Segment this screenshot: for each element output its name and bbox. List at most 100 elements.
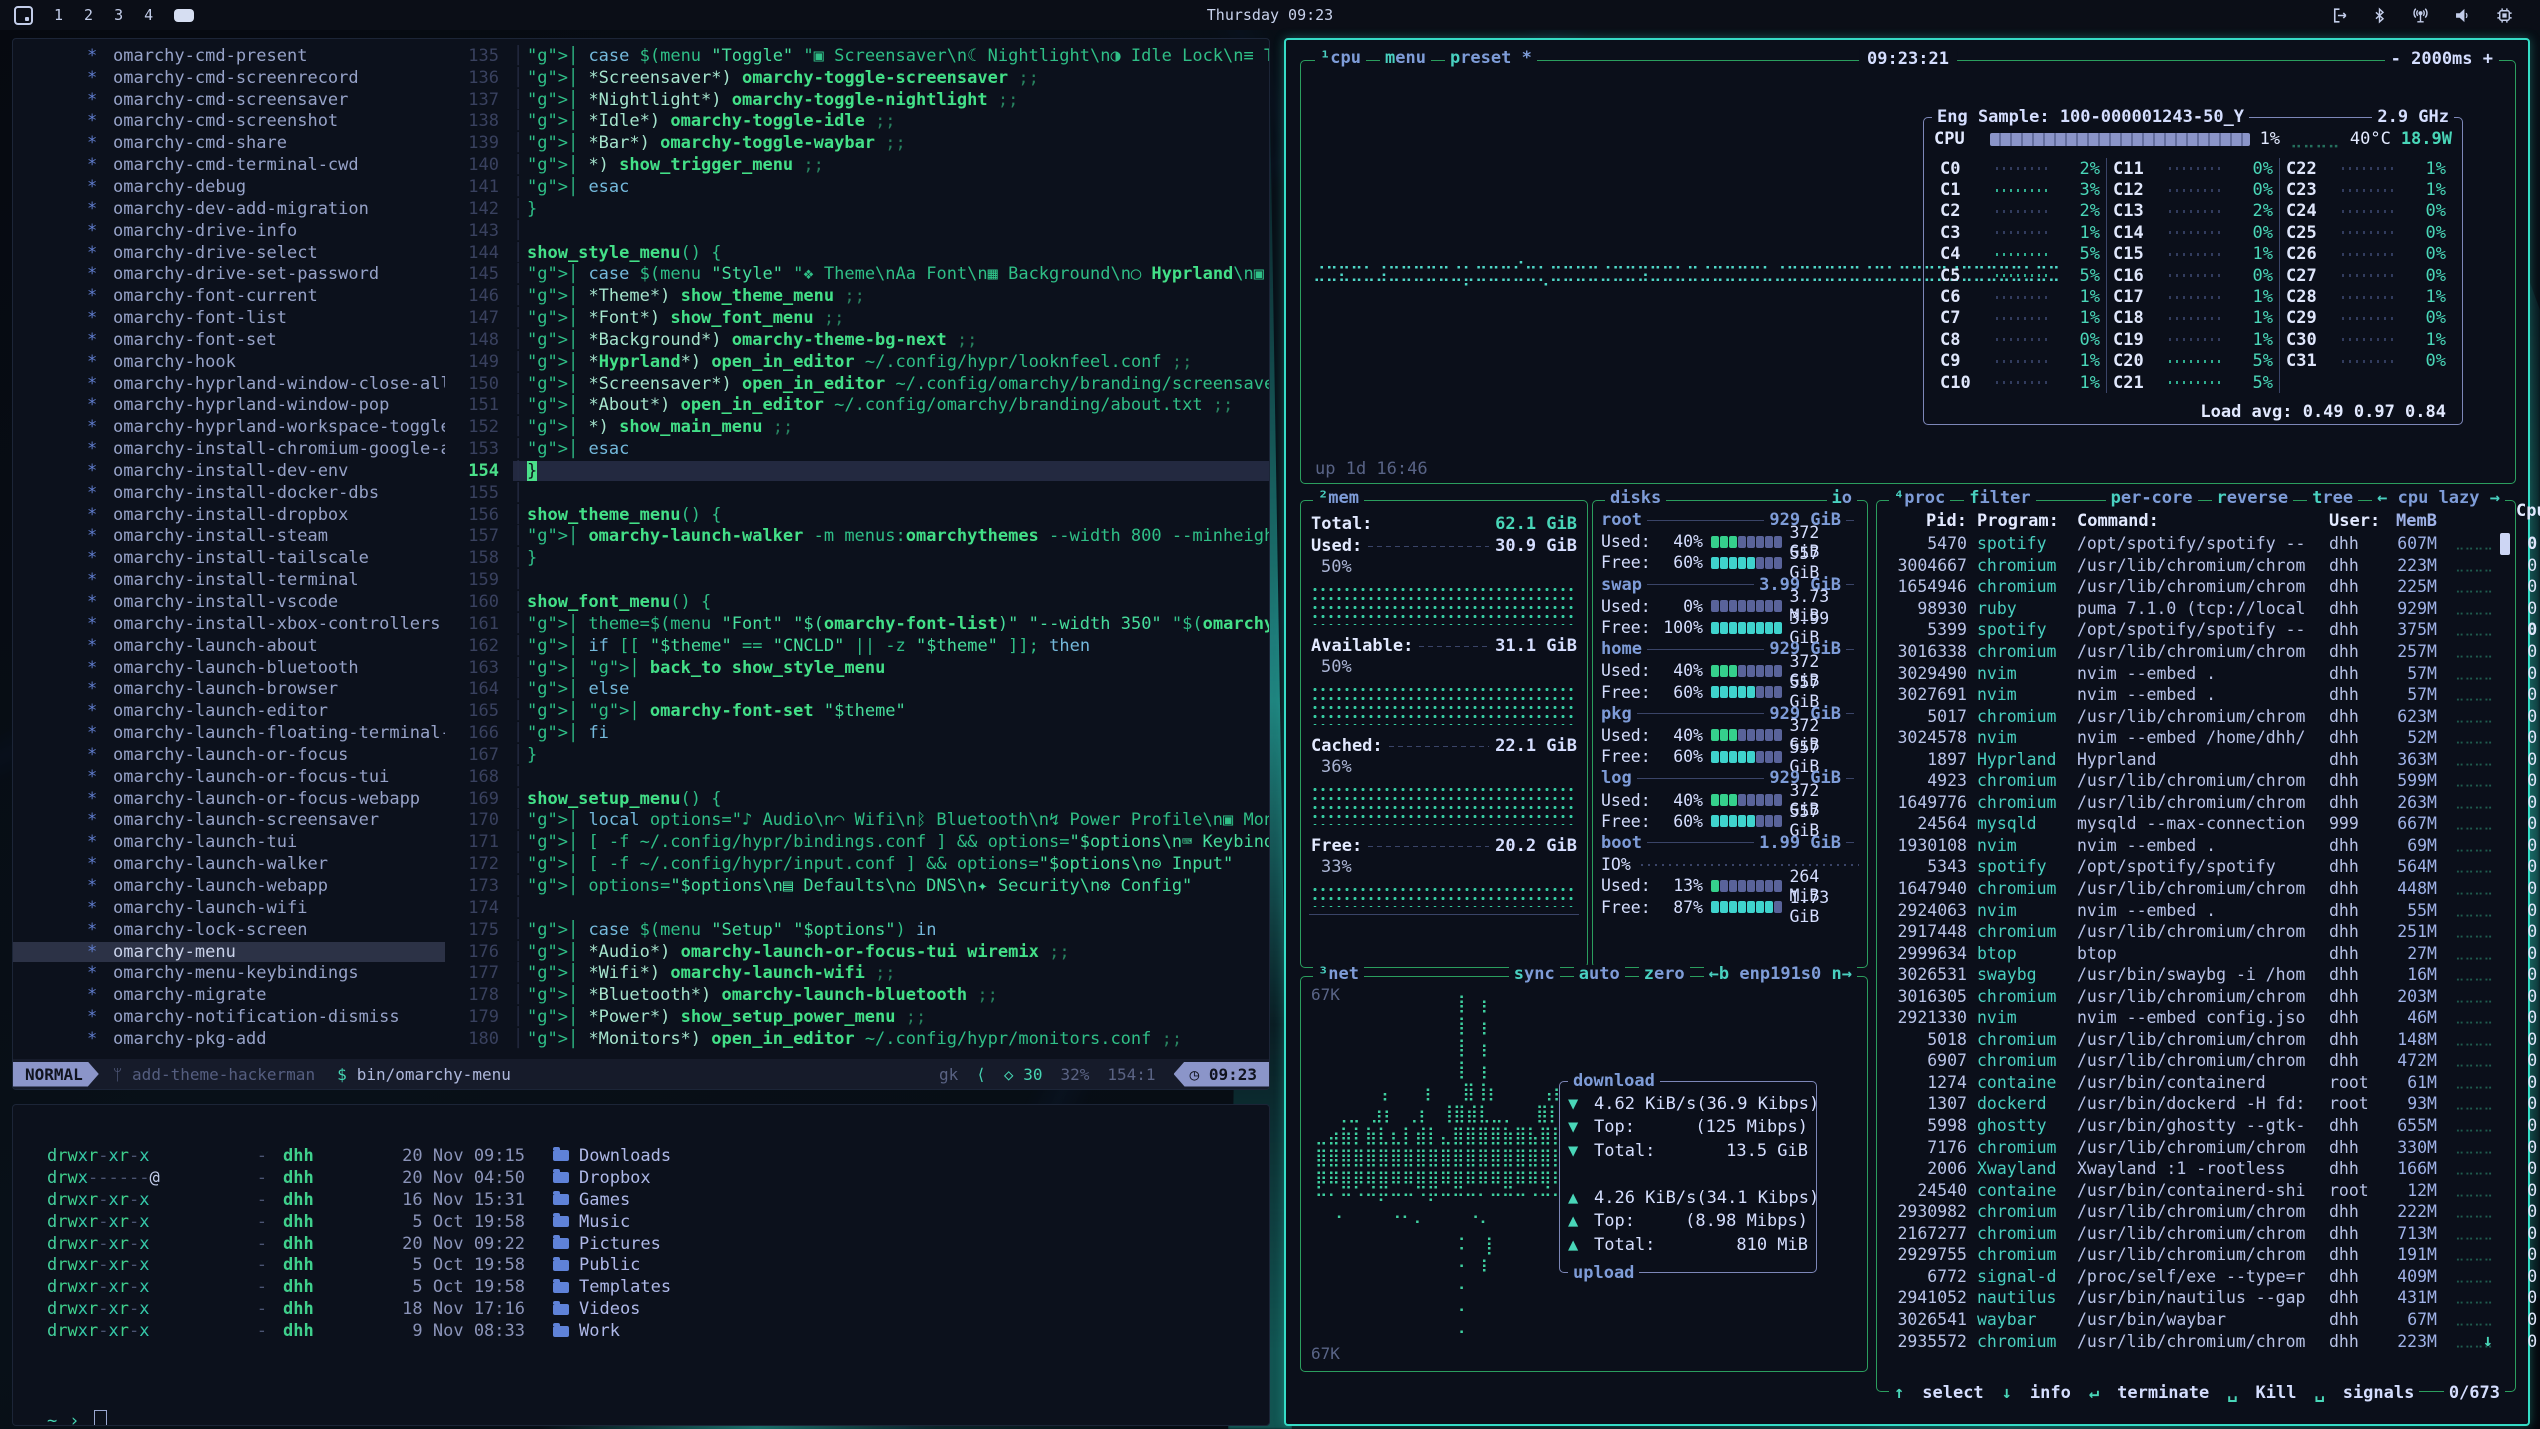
split-separator[interactable]: │ — [513, 177, 527, 197]
file-item[interactable]: *omarchy-dev-add-migration — [13, 199, 445, 219]
split-separator[interactable]: │ — [513, 68, 527, 88]
file-item[interactable]: *omarchy-install-chromium-google-a — [13, 439, 445, 459]
scroll-more-icon[interactable]: ↓ — [2483, 1331, 2493, 1351]
split-separator[interactable]: │ — [513, 592, 527, 612]
directory-name[interactable]: Music — [579, 1212, 630, 1232]
editor-line[interactable]: *omarchy-hyprland-window-pop151│"g">│ *A… — [13, 395, 1269, 417]
directory-name[interactable]: Videos — [579, 1299, 640, 1319]
split-separator[interactable]: │ — [513, 854, 527, 874]
code-line[interactable]: "g">│ *Font*) show_font_menu ;; — [527, 308, 1269, 328]
split-separator[interactable]: │ — [513, 90, 527, 110]
split-separator[interactable]: │ — [513, 199, 527, 219]
file-item[interactable]: *omarchy-launch-webapp — [13, 876, 445, 896]
zero-tab[interactable]: zero — [1639, 965, 1690, 983]
directory-name[interactable]: Pictures — [579, 1234, 661, 1254]
file-item[interactable]: *omarchy-font-current — [13, 286, 445, 306]
process-row[interactable]: 2935572chromium/usr/lib/chromium/chromdh… — [1885, 1330, 2507, 1352]
file-item[interactable]: *omarchy-launch-bluetooth — [13, 658, 445, 678]
process-row[interactable]: 3016338chromium/usr/lib/chromium/chromdh… — [1885, 641, 2507, 663]
code-line[interactable]: show_theme_menu() { — [527, 505, 1269, 525]
process-row[interactable]: 2999634btopbtopdhh27M⣀⣀⣀⣀0.0 — [1885, 942, 2507, 964]
editor-line[interactable]: *omarchy-launch-bluetooth163│"g">│ "g">│… — [13, 657, 1269, 679]
split-separator[interactable]: │ — [513, 789, 527, 809]
file-item[interactable]: *omarchy-pkg-add — [13, 1029, 445, 1049]
file-item[interactable]: *omarchy-hyprland-window-pop — [13, 395, 445, 415]
process-row[interactable]: 1307dockerd/usr/bin/dockerd -H fd:root93… — [1885, 1093, 2507, 1115]
file-item[interactable]: *omarchy-install-docker-dbs — [13, 483, 445, 503]
process-row[interactable]: 2924063nvimnvim --embed .dhh55M⣀⣀⣀⣀0.0 — [1885, 899, 2507, 921]
editor-line[interactable]: *omarchy-launch-webapp173│"g">│ options=… — [13, 875, 1269, 897]
file-item[interactable]: *omarchy-cmd-present — [13, 46, 445, 66]
process-row[interactable]: 5018chromium/usr/lib/chromium/chromdhh14… — [1885, 1029, 2507, 1051]
editor-line[interactable]: *omarchy-cmd-screensaver137│"g">│ *Night… — [13, 89, 1269, 111]
bluetooth-icon[interactable] — [2371, 6, 2388, 25]
split-separator[interactable]: │ — [513, 920, 527, 940]
file-item[interactable]: *omarchy-launch-or-focus-tui — [13, 767, 445, 787]
file-item[interactable]: *omarchy-launch-editor — [13, 701, 445, 721]
file-item[interactable]: *omarchy-launch-walker — [13, 854, 445, 874]
code-line[interactable]: show_font_menu() { — [527, 592, 1269, 612]
file-item[interactable]: *omarchy-launch-or-focus-webapp — [13, 789, 445, 809]
process-row[interactable]: 2930982chromium/usr/lib/chromium/chromdh… — [1885, 1201, 2507, 1223]
code-line[interactable]: "g">│ case $(menu "Setup" "$options") in — [527, 920, 1269, 940]
editor-line[interactable]: *omarchy-install-steam157│"g">│ omarchy-… — [13, 526, 1269, 548]
split-separator[interactable]: │ — [513, 374, 527, 394]
process-row[interactable]: 1649776chromium/usr/lib/chromium/chromdh… — [1885, 792, 2507, 814]
file-item[interactable]: *omarchy-launch-screensaver — [13, 810, 445, 830]
editor-line[interactable]: *omarchy-cmd-screenrecord136│"g">│ *Scre… — [13, 67, 1269, 89]
sync-tab[interactable]: sync — [1509, 965, 1560, 983]
editor-line[interactable]: *omarchy-cmd-terminal-cwd140│"g">│ *) sh… — [13, 154, 1269, 176]
editor-line[interactable]: *omarchy-migrate178│"g">│ *Bluetooth*) o… — [13, 984, 1269, 1006]
logout-icon[interactable] — [2330, 6, 2349, 25]
editor-line[interactable]: *omarchy-notification-dismiss179│"g">│ *… — [13, 1006, 1269, 1028]
code-line[interactable]: "g">│ [ -f ~/.config/hypr/bindings.conf … — [527, 832, 1269, 852]
file-item[interactable]: *omarchy-launch-about — [13, 636, 445, 656]
process-row[interactable]: 2167277chromium/usr/lib/chromium/chromdh… — [1885, 1223, 2507, 1245]
editor-line[interactable]: *omarchy-lock-screen175│"g">│ case $(men… — [13, 919, 1269, 941]
split-separator[interactable]: │ — [513, 679, 527, 699]
file-item[interactable]: *omarchy-cmd-share — [13, 133, 445, 153]
split-separator[interactable]: │ — [513, 963, 527, 983]
file-item[interactable]: *omarchy-drive-select — [13, 243, 445, 263]
code-line[interactable]: "g">│ case $(menu "Toggle" "▣ Screensave… — [527, 46, 1269, 66]
split-separator[interactable]: │ — [513, 723, 527, 743]
code-line[interactable]: "g">│ "g">│ omarchy-font-set "$theme" — [527, 701, 1269, 721]
file-item[interactable]: *omarchy-install-tailscale — [13, 548, 445, 568]
editor-line[interactable]: *omarchy-launch-or-focus-webapp169│show_… — [13, 788, 1269, 810]
split-separator[interactable]: │ — [513, 46, 527, 66]
code-line[interactable]: "g">│ *Screensaver*) open_in_editor ~/.c… — [527, 374, 1269, 394]
file-item[interactable]: *omarchy-cmd-screenshot — [13, 111, 445, 131]
process-row[interactable]: 5343spotify/opt/spotify/spotifydhh564M⣀⣀… — [1885, 856, 2507, 878]
code-line[interactable]: "g">│ *Bluetooth*) omarchy-launch-blueto… — [527, 985, 1269, 1005]
code-line[interactable]: } — [527, 745, 1269, 765]
code-line[interactable]: "g">│ *Nightlight*) omarchy-toggle-night… — [527, 90, 1269, 110]
process-row[interactable]: 5399spotify/opt/spotify/spotify --dhh375… — [1885, 619, 2507, 641]
editor-line[interactable]: *omarchy-install-tailscale158│} — [13, 547, 1269, 569]
shell-prompt[interactable]: ~ › — [47, 1410, 107, 1426]
editor-line[interactable]: *omarchy-drive-info143│ — [13, 220, 1269, 242]
code-line[interactable]: show_style_menu() { — [527, 243, 1269, 263]
split-separator[interactable]: │ — [513, 570, 527, 590]
code-line[interactable]: } — [527, 199, 1269, 219]
volume-icon[interactable] — [2453, 6, 2473, 25]
code-line[interactable]: "g">│ case $(menu "Style" "❖ Theme\nAa F… — [527, 264, 1269, 284]
split-separator[interactable]: │ — [513, 614, 527, 634]
process-row[interactable]: 2917448chromium/usr/lib/chromium/chromdh… — [1885, 921, 2507, 943]
editor-line[interactable]: *omarchy-cmd-share139│"g">│ *Bar*) omarc… — [13, 132, 1269, 154]
process-row[interactable]: 3024578nvimnvim --embed /home/dhh/dhh52M… — [1885, 727, 2507, 749]
split-separator[interactable]: │ — [513, 155, 527, 175]
file-item[interactable]: *omarchy-debug — [13, 177, 445, 197]
file-item[interactable]: *omarchy-menu-keybindings — [13, 963, 445, 983]
split-separator[interactable]: │ — [513, 330, 527, 350]
file-item[interactable]: *omarchy-install-terminal — [13, 570, 445, 590]
code-line[interactable]: "g">│ theme=$(menu "Font" "$(omarchy-fon… — [527, 614, 1269, 634]
code-line[interactable]: "g">│ *Background*) omarchy-theme-bg-nex… — [527, 330, 1269, 350]
code-line[interactable]: "g">│ options="$options\n▤ Defaults\n⌂ D… — [527, 876, 1269, 896]
editor-line[interactable]: *omarchy-launch-editor165│"g">│ "g">│ om… — [13, 700, 1269, 722]
editor-line[interactable]: *omarchy-install-terminal159│ — [13, 569, 1269, 591]
editor-line[interactable]: *omarchy-menu176│"g">│ *Audio*) omarchy-… — [13, 941, 1269, 963]
interface-selector[interactable]: ←b enp191s0 n→ — [1704, 965, 1857, 983]
code-line[interactable]: "g">│ *Monitors*) open_in_editor ~/.conf… — [527, 1029, 1269, 1049]
split-separator[interactable]: │ — [513, 636, 527, 656]
split-separator[interactable]: │ — [513, 832, 527, 852]
